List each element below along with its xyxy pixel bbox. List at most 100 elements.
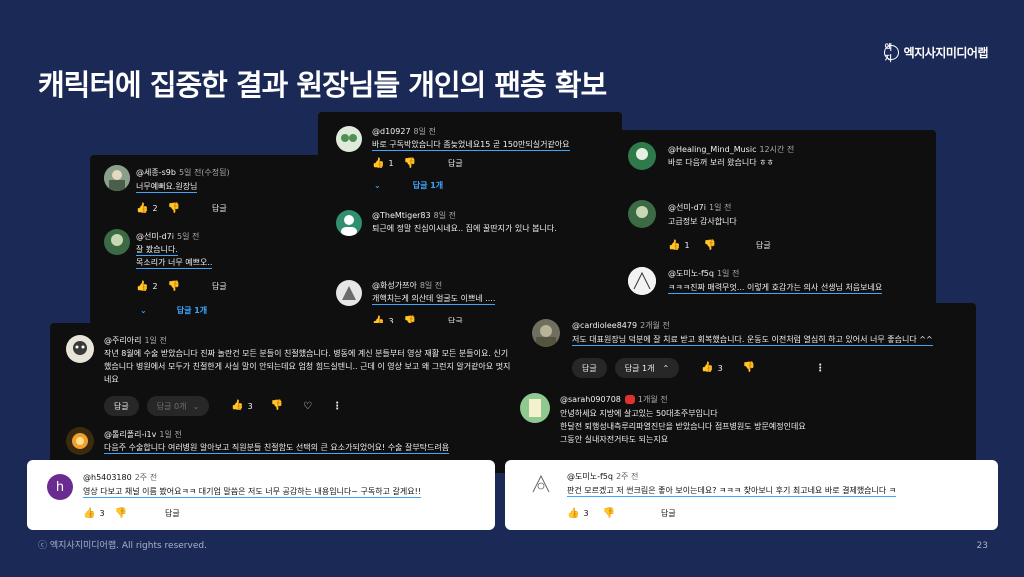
comment-text: 다음주 수술합니다 여러병원 알아보고 직원분들 친절함도 선택의 큰 요소가되… <box>104 443 450 454</box>
comment-time: 8일 전 <box>413 127 436 136</box>
reply-button[interactable]: 답글 <box>448 158 463 169</box>
comment-item: @선미-d7i 5일 전 잘 봤습니다. 목소리가 너무 예쁘오.. 👍 2 👎 … <box>90 225 350 325</box>
comment-text: 작년 8월에 수술 받았습니다 진짜 놀란건 모든 분들이 친절했습니다. 병동… <box>104 349 509 358</box>
comment-author[interactable]: @톨리폴리-i1v 1일 전 <box>104 429 182 440</box>
comment-item: @주리아리 1일 전 작년 8월에 수술 받았습니다 진짜 놀란건 모든 분들이 … <box>50 323 520 423</box>
heart-icon[interactable]: ♡ <box>303 401 312 412</box>
thumbs-up-icon[interactable]: 👍 <box>136 281 148 292</box>
badge-icon <box>624 395 635 404</box>
avatar <box>104 165 130 191</box>
more-options-icon[interactable]: ⋮ <box>332 401 342 412</box>
comment-actions: 👍 1 👎 답글 <box>668 240 771 251</box>
comment-item: @Healing_Mind_Music 12시간 전 바로 다음꺼 보러 왔습니다… <box>612 130 936 185</box>
comment-author[interactable]: @세종-s9b 5일 전(수정됨) <box>136 167 230 178</box>
avatar <box>527 470 555 498</box>
avatar <box>628 200 656 228</box>
avatar <box>336 126 362 152</box>
thumbs-up-icon[interactable]: 👍 <box>567 508 579 519</box>
comment-time: 8일 전 <box>433 211 456 220</box>
thumbs-up-icon[interactable]: 👍 <box>136 203 148 214</box>
chevron-down-icon: ⌄ <box>374 181 381 190</box>
comment-text: 너무예뻐요.원장님 <box>136 182 198 193</box>
comment-actions: 👍 1 👎 답글 <box>372 158 463 169</box>
reply-button[interactable]: 답글 <box>661 508 676 519</box>
like-count: 3 <box>99 509 105 518</box>
comment-text: ㅋㅋㅋ진짜 매력무엇... 이렇게 호감가는 의사 선생님 처음보네요 <box>668 283 883 294</box>
like-count: 3 <box>717 363 723 373</box>
avatar <box>628 142 656 170</box>
reply-button[interactable]: 답글 <box>756 240 771 251</box>
more-options-icon[interactable]: ⋮ <box>815 363 825 374</box>
comment-author[interactable]: @화성가쯔아 8일 전 <box>372 280 442 291</box>
thumbs-up-icon[interactable]: 👍 <box>231 401 243 411</box>
thumbs-down-icon[interactable]: 👎 <box>115 508 127 519</box>
chevron-down-icon: ⌄ <box>140 306 147 315</box>
comment-author[interactable]: @sarah090708 1개월 전 <box>560 394 668 405</box>
avatar <box>628 267 656 295</box>
comment-actions: 👍 2 👎 답글 <box>136 281 227 292</box>
comment-item: @d10927 8일 전 바로 구독박았습니다 좀늦었네요15 곧 150만되실거… <box>318 112 622 196</box>
comment-card-7: @도미노-f5q 2주 전 판건 모르겠고 저 썬크림은 좋아 보이는데요? ㅋㅋ… <box>505 460 998 530</box>
avatar <box>520 393 550 423</box>
comment-author[interactable]: @Healing_Mind_Music 12시간 전 <box>668 144 794 155</box>
comment-actions: 답글 답글 0개 ⌄ 👍 3 👎 ♡ ⋮ <box>104 396 342 416</box>
comment-card-3: @Healing_Mind_Music 12시간 전 바로 다음꺼 보러 왔습니다… <box>612 130 936 310</box>
thumbs-down-icon[interactable]: 👎 <box>271 401 283 411</box>
comment-author[interactable]: @도미노-f5q 2주 전 <box>567 471 638 482</box>
comment-text: 했습니다 병원에서 모두가 친절한게 사실 말이 안되는데요 엄청 힘드실텐니.… <box>104 362 511 371</box>
thumbs-up-icon[interactable]: 👍 <box>372 158 384 169</box>
like-count: 3 <box>583 509 589 518</box>
comment-card-1: @세종-s9b 5일 전(수정됨) 너무예뻐요.원장님 👍 2 👎 답글 @선미-… <box>90 155 350 325</box>
comment-author[interactable]: @선미-d7i 5일 전 <box>136 231 199 242</box>
comment-author[interactable]: @도미노-f5q 1일 전 <box>668 268 739 279</box>
comment-author[interactable]: @d10927 8일 전 <box>372 126 436 137</box>
comment-card-5: @cardiolee8479 2개월 전 저도 대표원장님 덕분에 잘 치료 받고… <box>510 303 976 463</box>
comment-time: 5일 전 <box>177 232 200 241</box>
avatar <box>104 229 130 255</box>
brand-logo: 엑지 엑지사지미디어랩 <box>883 43 989 63</box>
comment-card-4: @주리아리 1일 전 작년 8월에 수술 받았습니다 진짜 놀란건 모든 분들이 … <box>50 323 520 473</box>
comment-text: 판건 모르겠고 저 썬크림은 좋아 보이는데요? ㅋㅋㅋ 찾아보니 후기 최고네… <box>567 486 897 497</box>
comment-author[interactable]: @cardiolee8479 2개월 전 <box>572 320 670 331</box>
comment-text: 그동안 실내자전거타도 되는지요 <box>560 435 669 444</box>
comment-author[interactable]: @선미-d7i 1일 전 <box>668 202 731 213</box>
brand-mark-icon: 엑지 <box>883 43 899 63</box>
view-replies-button[interactable]: 답글 0개 ⌄ <box>146 396 210 416</box>
thumbs-up-icon[interactable]: 👍 <box>83 508 95 519</box>
reply-button[interactable]: 답글 <box>212 203 227 214</box>
thumbs-down-icon[interactable]: 👎 <box>704 240 716 251</box>
comment-time: 1일 전 <box>144 336 167 345</box>
thumbs-down-icon[interactable]: 👎 <box>603 508 615 519</box>
thumbs-down-icon[interactable]: 👎 <box>743 363 755 373</box>
thumbs-down-icon[interactable]: 👎 <box>168 281 180 292</box>
view-replies-button[interactable]: ⌄ 답글 1개 <box>140 305 207 316</box>
reply-button[interactable]: 답글 <box>104 396 139 416</box>
like-count: 1 <box>684 241 690 250</box>
thumbs-up-icon[interactable]: 👍 <box>668 240 680 251</box>
comment-text: 한달전 퇴행성내측루리파열진단을 받았습니다 점프병원도 방문예정인데요 <box>560 422 806 431</box>
avatar: h <box>47 474 73 500</box>
comment-time: 1일 전 <box>709 203 732 212</box>
comment-text: 영상 다보고 채널 이름 봤어요ㅋㅋ 대기업 말씀은 저도 너무 공감하는 내용… <box>83 487 422 498</box>
comment-item: @세종-s9b 5일 전(수정됨) 너무예뻐요.원장님 👍 2 👎 답글 <box>90 155 350 225</box>
reply-button[interactable]: 답글 <box>212 281 227 292</box>
comment-author[interactable]: @h5403180 2주 전 <box>83 472 157 483</box>
comment-card-6: h @h5403180 2주 전 영상 다보고 채널 이름 봤어요ㅋㅋ 대기업 말… <box>27 460 495 530</box>
comment-author[interactable]: @주리아리 1일 전 <box>104 335 167 346</box>
thumbs-down-icon[interactable]: 👎 <box>404 158 416 169</box>
reply-button[interactable]: 답글 <box>165 508 180 519</box>
comment-author[interactable]: @TheMtiger83 8일 전 <box>372 210 456 221</box>
reply-button[interactable]: 답글 <box>572 358 607 378</box>
avatar <box>336 210 362 236</box>
comment-text: 목소리가 너무 예쁘오.. <box>136 258 213 269</box>
comment-item: @선미-d7i 1일 전 고급정보 감사합니다 👍 1 👎 답글 <box>612 192 936 262</box>
thumbs-up-icon[interactable]: 👍 <box>701 363 713 373</box>
view-replies-button[interactable]: ⌄ 답글 1개 <box>374 180 443 191</box>
comment-time: 8일 전 <box>419 281 443 290</box>
comment-text: 네요 <box>104 375 119 384</box>
thumbs-down-icon[interactable]: 👎 <box>168 203 180 214</box>
comment-text: 바로 구독박았습니다 좀늦었네요15 곧 150만되실거같아요 <box>372 140 570 151</box>
comment-time: 2개월 전 <box>640 321 670 330</box>
view-replies-button[interactable]: 답글 1개 ⌃ <box>614 358 680 378</box>
avatar <box>66 427 94 455</box>
